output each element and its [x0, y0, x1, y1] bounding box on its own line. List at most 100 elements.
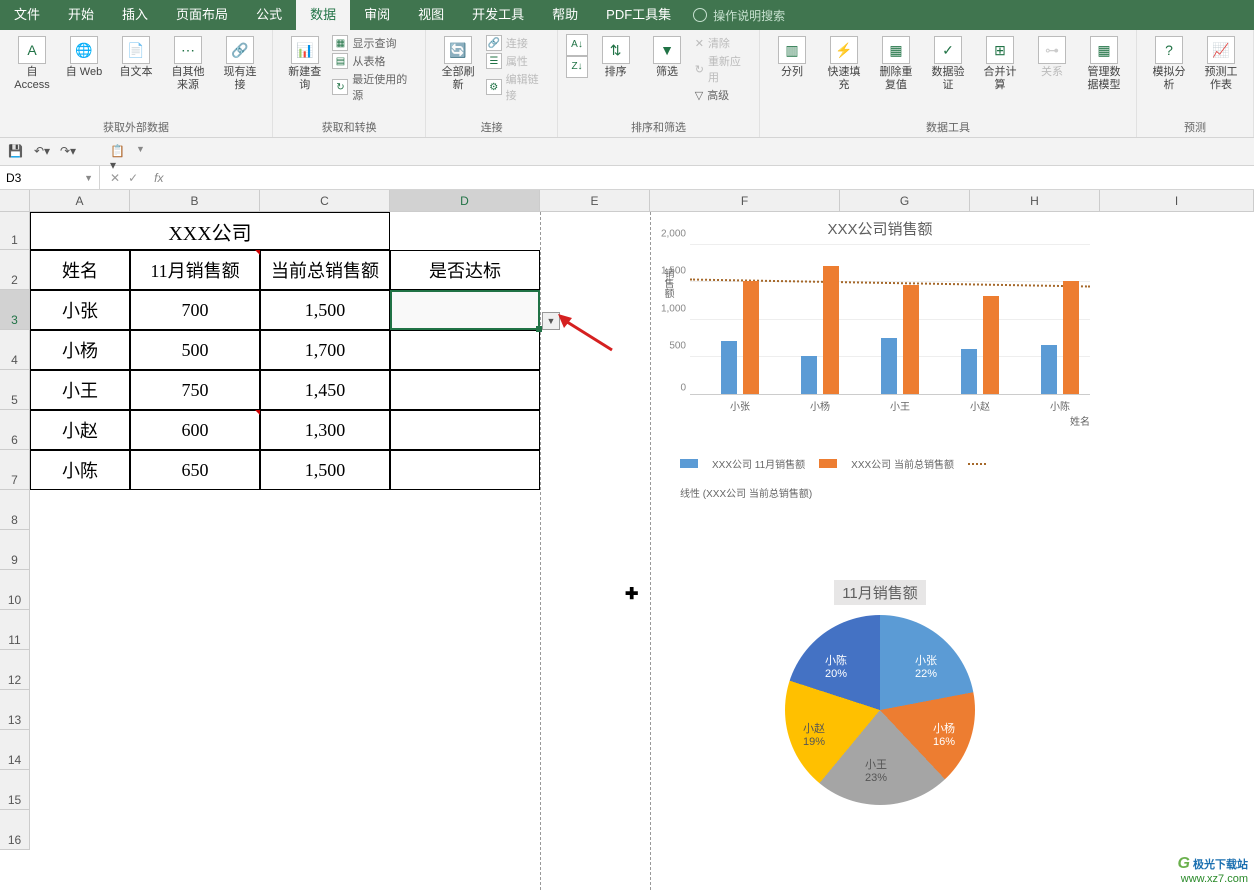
consolidate-button[interactable]: ⊞合并计算	[976, 34, 1024, 94]
chevron-down-icon[interactable]: ▼	[84, 173, 93, 183]
enter-formula-icon[interactable]: ✓	[128, 171, 138, 185]
connections-button[interactable]: 🔗连接	[486, 34, 549, 52]
cell-D2[interactable]: 是否达标	[390, 250, 540, 290]
col-header-F[interactable]: F	[650, 190, 840, 212]
pie-chart[interactable]: 11月销售额 小张22% 小杨16% 小王23% 小赵19% 小陈20%	[700, 580, 1060, 860]
from-table-button[interactable]: ▤从表格	[332, 52, 417, 70]
tab-insert[interactable]: 插入	[108, 0, 162, 30]
tab-dev[interactable]: 开发工具	[458, 0, 538, 30]
cell-title[interactable]: XXX公司	[30, 212, 390, 250]
refresh-all-button[interactable]: 🔄全部刷新	[434, 34, 481, 104]
cell-C5[interactable]: 1,450	[260, 370, 390, 410]
comment-indicator-icon[interactable]	[255, 250, 260, 255]
cell-C6[interactable]: 1,300	[260, 410, 390, 450]
spreadsheet-grid[interactable]: A B C D E F G H I 1 2 3 4 5 6 7 8 9 10 1…	[0, 190, 1254, 890]
col-header-A[interactable]: A	[30, 190, 130, 212]
sort-desc-button[interactable]: Z↓	[566, 56, 588, 78]
tab-help[interactable]: 帮助	[538, 0, 592, 30]
cell-C3[interactable]: 1,500	[260, 290, 390, 330]
row-header-2[interactable]: 2	[0, 250, 30, 290]
col-header-E[interactable]: E	[540, 190, 650, 212]
comment-indicator-icon[interactable]	[255, 410, 260, 415]
col-header-B[interactable]: B	[130, 190, 260, 212]
sort-button[interactable]: ⇅排序	[592, 34, 639, 104]
whatif-button[interactable]: ?模拟分析	[1145, 34, 1193, 94]
cell-A2[interactable]: 姓名	[30, 250, 130, 290]
redo-icon[interactable]: ↷▾	[60, 144, 76, 160]
col-header-C[interactable]: C	[260, 190, 390, 212]
cell-D3[interactable]	[390, 290, 540, 330]
row-header-15[interactable]: 15	[0, 770, 30, 810]
new-query-button[interactable]: 📊新建查询	[281, 34, 328, 104]
row-header-13[interactable]: 13	[0, 690, 30, 730]
cell-C4[interactable]: 1,700	[260, 330, 390, 370]
from-text-button[interactable]: 📄自文本	[112, 34, 160, 94]
advanced-filter-button[interactable]: ▽高级	[695, 86, 751, 104]
col-header-G[interactable]: G	[840, 190, 970, 212]
recent-sources-button[interactable]: ↻最近使用的源	[332, 70, 417, 104]
cancel-formula-icon[interactable]: ✕	[110, 171, 120, 185]
flash-fill-button[interactable]: ⚡快速填充	[820, 34, 868, 94]
cell-B3[interactable]: 700	[130, 290, 260, 330]
from-web-button[interactable]: 🌐自 Web	[60, 34, 108, 94]
from-access-button[interactable]: A自 Access	[8, 34, 56, 94]
select-all-corner[interactable]	[0, 190, 30, 212]
row-header-16[interactable]: 16	[0, 810, 30, 850]
qat-icon[interactable]: 📋▾	[110, 144, 126, 160]
col-header-I[interactable]: I	[1100, 190, 1254, 212]
cell-A6[interactable]: 小赵	[30, 410, 130, 450]
name-box[interactable]: D3 ▼	[0, 166, 100, 189]
cell-B2[interactable]: 11月销售额	[130, 250, 260, 290]
sort-asc-button[interactable]: A↓	[566, 34, 588, 56]
cell-D5[interactable]	[390, 370, 540, 410]
row-header-7[interactable]: 7	[0, 450, 30, 490]
tab-pdf[interactable]: PDF工具集	[592, 0, 685, 30]
cell-B4[interactable]: 500	[130, 330, 260, 370]
tab-review[interactable]: 审阅	[350, 0, 404, 30]
cell-B6[interactable]: 600	[130, 410, 260, 450]
text-to-cols-button[interactable]: ▥分列	[768, 34, 816, 94]
cell-A3[interactable]: 小张	[30, 290, 130, 330]
tab-home[interactable]: 开始	[54, 0, 108, 30]
col-header-H[interactable]: H	[970, 190, 1100, 212]
tell-me-search[interactable]: 操作说明搜索	[693, 7, 785, 24]
undo-icon[interactable]: ↶▾	[34, 144, 50, 160]
col-header-D[interactable]: D	[390, 190, 540, 212]
filter-button[interactable]: ▼筛选	[643, 34, 690, 104]
row-header-14[interactable]: 14	[0, 730, 30, 770]
show-queries-button[interactable]: ▦显示查询	[332, 34, 417, 52]
cell-C2[interactable]: 当前总销售额	[260, 250, 390, 290]
cell-D6[interactable]	[390, 410, 540, 450]
bar-chart[interactable]: XXX公司销售额 销售额 0 500 1,000 1,500 2,000 小张 …	[660, 218, 1100, 508]
row-header-6[interactable]: 6	[0, 410, 30, 450]
tab-view[interactable]: 视图	[404, 0, 458, 30]
forecast-sheet-button[interactable]: 📈预测工作表	[1197, 34, 1245, 94]
qat-dropdown-icon[interactable]: ▼	[136, 144, 152, 160]
cell-D4[interactable]	[390, 330, 540, 370]
from-other-button[interactable]: ⋯自其他来源	[164, 34, 212, 94]
row-header-8[interactable]: 8	[0, 490, 30, 530]
remove-dup-button[interactable]: ▦删除重复值	[872, 34, 920, 94]
tab-pagelayout[interactable]: 页面布局	[162, 0, 242, 30]
cell-B5[interactable]: 750	[130, 370, 260, 410]
row-header-4[interactable]: 4	[0, 330, 30, 370]
row-header-5[interactable]: 5	[0, 370, 30, 410]
tab-file[interactable]: 文件	[0, 0, 54, 30]
data-validation-button[interactable]: ✓数据验证	[924, 34, 972, 94]
save-icon[interactable]: 💾	[8, 144, 24, 160]
fx-icon[interactable]: fx	[148, 171, 169, 185]
cell-A4[interactable]: 小杨	[30, 330, 130, 370]
cell-A7[interactable]: 小陈	[30, 450, 130, 490]
data-model-button[interactable]: ▦管理数据模型	[1080, 34, 1128, 94]
row-header-12[interactable]: 12	[0, 650, 30, 690]
cell-A5[interactable]: 小王	[30, 370, 130, 410]
row-header-9[interactable]: 9	[0, 530, 30, 570]
cell-B7[interactable]: 650	[130, 450, 260, 490]
existing-conn-button[interactable]: 🔗现有连接	[216, 34, 264, 94]
row-header-1[interactable]: 1	[0, 212, 30, 250]
tab-data[interactable]: 数据	[296, 0, 350, 30]
row-header-3[interactable]: 3	[0, 290, 30, 330]
cell-C7[interactable]: 1,500	[260, 450, 390, 490]
row-header-10[interactable]: 10	[0, 570, 30, 610]
tab-formula[interactable]: 公式	[242, 0, 296, 30]
